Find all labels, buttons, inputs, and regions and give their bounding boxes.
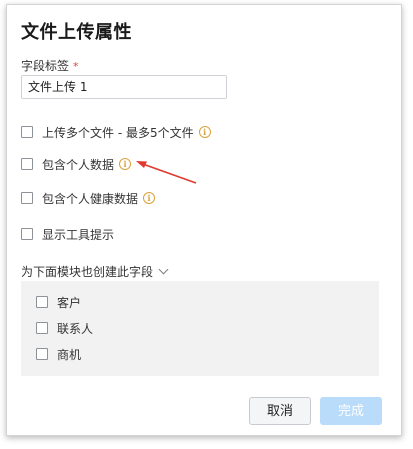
health-data-label: 包含个人健康数据 — [42, 191, 139, 206]
cancel-button[interactable]: 取消 — [249, 397, 311, 425]
create-for-modules-label: 为下面模块也创建此字段 — [21, 265, 154, 279]
module-item-deals[interactable]: 商机 — [36, 346, 81, 362]
module-item-contacts[interactable]: 联系人 — [36, 320, 93, 336]
show-tooltip-label: 显示工具提示 — [42, 227, 115, 242]
option-show-tooltip[interactable]: 显示工具提示 — [21, 225, 114, 243]
field-label-heading: 字段标签 * — [21, 57, 79, 74]
personal-data-label: 包含个人数据 — [42, 157, 115, 172]
option-personal-data[interactable]: 包含个人数据 i — [21, 155, 132, 173]
info-icon[interactable]: i — [143, 192, 156, 204]
module-checkbox[interactable] — [36, 322, 48, 334]
module-label: 联系人 — [57, 321, 94, 336]
module-checkbox[interactable] — [36, 348, 48, 360]
module-item-customers[interactable]: 客户 — [36, 294, 81, 310]
field-label-text: 字段标签 — [21, 59, 70, 73]
info-icon[interactable]: i — [119, 158, 132, 170]
required-mark: * — [73, 60, 79, 73]
file-upload-properties-dialog: 文件上传属性 字段标签 * 文件上传 1 上传多个文件 - 最多5个文件 i 包含… — [6, 4, 402, 436]
screenshot-background: 文件上传属性 字段标签 * 文件上传 1 上传多个文件 - 最多5个文件 i 包含… — [0, 0, 413, 449]
create-for-modules-toggle[interactable]: 为下面模块也创建此字段 — [21, 263, 169, 280]
option-multiple-files[interactable]: 上传多个文件 - 最多5个文件 i — [21, 123, 211, 141]
health-data-checkbox[interactable] — [21, 192, 33, 204]
module-label: 客户 — [57, 295, 82, 310]
module-checkbox[interactable] — [36, 296, 48, 308]
info-icon[interactable]: i — [198, 126, 211, 138]
multiple-files-label: 上传多个文件 - 最多5个文件 — [42, 125, 194, 140]
show-tooltip-checkbox[interactable] — [21, 228, 33, 240]
personal-data-checkbox[interactable] — [21, 158, 33, 170]
dialog-title: 文件上传属性 — [21, 22, 132, 43]
module-label: 商机 — [57, 347, 82, 362]
option-health-data[interactable]: 包含个人健康数据 i — [21, 189, 156, 207]
done-button[interactable]: 完成 — [320, 397, 382, 425]
chevron-down-icon — [158, 264, 169, 275]
field-label-input[interactable]: 文件上传 1 — [21, 75, 227, 99]
modules-panel: 客户 联系人 商机 — [21, 281, 379, 376]
multiple-files-checkbox[interactable] — [21, 126, 33, 138]
